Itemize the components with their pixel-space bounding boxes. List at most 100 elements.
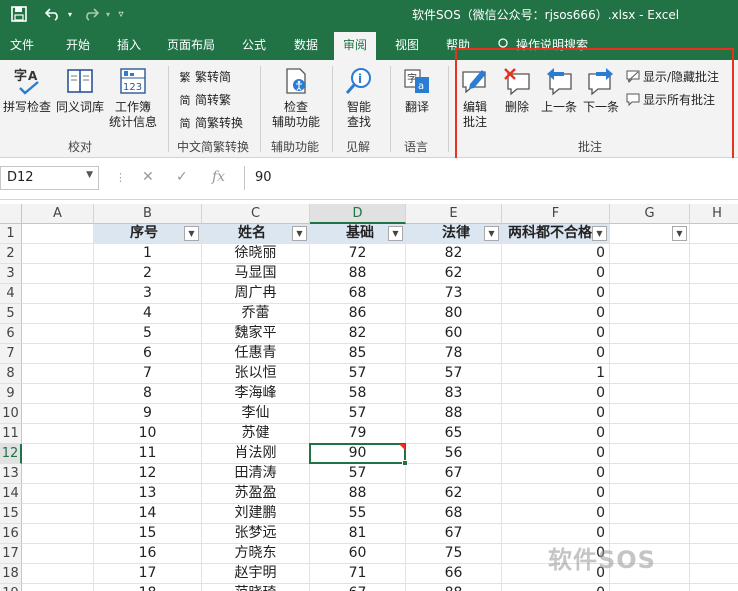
cell-g8[interactable] (610, 364, 690, 384)
cell-b17[interactable]: 16 (94, 544, 202, 564)
filter-dropdown-icon[interactable]: ▼ (184, 226, 199, 241)
cell-e16[interactable]: 67 (406, 524, 502, 544)
row-header-1[interactable]: 1 (0, 224, 22, 244)
row-header-5[interactable]: 5 (0, 304, 22, 324)
cell-c6[interactable]: 魏家平 (202, 324, 310, 344)
column-header-d[interactable]: D (310, 204, 406, 224)
cell-f11[interactable]: 0 (502, 424, 610, 444)
cell-h19[interactable] (690, 584, 738, 591)
spreadsheet-grid[interactable]: A B C D E F G H 1 序号 ▼ 姓名 ▼ 基础 ▼ 法律 ▼ 两科都不合格 ▼ ▼ 2 1 徐晓丽 72 82 0 3… (0, 204, 738, 591)
cell-d11[interactable]: 79 (310, 424, 406, 444)
cell-c18[interactable]: 赵宇明 (202, 564, 310, 584)
cell-c9[interactable]: 李海峰 (202, 384, 310, 404)
cell-a1[interactable] (22, 224, 94, 244)
cell-a6[interactable] (22, 324, 94, 344)
cell-d5[interactable]: 86 (310, 304, 406, 324)
cell-e6[interactable]: 60 (406, 324, 502, 344)
row-header-6[interactable]: 6 (0, 324, 22, 344)
row-header-12[interactable]: 12 (0, 444, 22, 464)
cell-c8[interactable]: 张以恒 (202, 364, 310, 384)
cell-a13[interactable] (22, 464, 94, 484)
cell-h10[interactable] (690, 404, 738, 424)
filter-dropdown-icon[interactable]: ▼ (292, 226, 307, 241)
cell-f15[interactable]: 0 (502, 504, 610, 524)
row-header-17[interactable]: 17 (0, 544, 22, 564)
cell-d16[interactable]: 81 (310, 524, 406, 544)
cell-f5[interactable]: 0 (502, 304, 610, 324)
cell-a10[interactable] (22, 404, 94, 424)
cell-d19[interactable]: 67 (310, 584, 406, 591)
cell-a2[interactable] (22, 244, 94, 264)
cell-b1[interactable]: 序号 ▼ (94, 224, 202, 244)
cell-h5[interactable] (690, 304, 738, 324)
cell-g9[interactable] (610, 384, 690, 404)
cell-a17[interactable] (22, 544, 94, 564)
filter-dropdown-icon[interactable]: ▼ (484, 226, 499, 241)
cell-e15[interactable]: 68 (406, 504, 502, 524)
cell-e10[interactable]: 88 (406, 404, 502, 424)
cell-a8[interactable] (22, 364, 94, 384)
cell-e8[interactable]: 57 (406, 364, 502, 384)
cell-h16[interactable] (690, 524, 738, 544)
cell-b11[interactable]: 10 (94, 424, 202, 444)
cell-b14[interactable]: 13 (94, 484, 202, 504)
cell-b13[interactable]: 12 (94, 464, 202, 484)
cell-g15[interactable] (610, 504, 690, 524)
cell-f13[interactable]: 0 (502, 464, 610, 484)
cell-a5[interactable] (22, 304, 94, 324)
cell-g7[interactable] (610, 344, 690, 364)
cell-b12[interactable]: 11 (94, 444, 202, 464)
cell-h7[interactable] (690, 344, 738, 364)
check-accessibility-button[interactable]: 检查 辅助功能 (266, 66, 326, 130)
cell-d6[interactable]: 82 (310, 324, 406, 344)
filter-dropdown-icon[interactable]: ▼ (672, 226, 687, 241)
tab-home[interactable]: 开始 (66, 36, 90, 53)
cell-f14[interactable]: 0 (502, 484, 610, 504)
cell-g19[interactable] (610, 584, 690, 591)
tab-data[interactable]: 数据 (294, 36, 318, 53)
cell-c11[interactable]: 苏健 (202, 424, 310, 444)
undo-icon[interactable] (42, 4, 64, 24)
cell-b7[interactable]: 6 (94, 344, 202, 364)
cell-h15[interactable] (690, 504, 738, 524)
tab-view[interactable]: 视图 (395, 36, 419, 53)
cell-b4[interactable]: 3 (94, 284, 202, 304)
cell-g1[interactable]: ▼ (610, 224, 690, 244)
traditional-to-simplified-button[interactable]: 繁繁转简 (178, 68, 232, 85)
cell-f2[interactable]: 0 (502, 244, 610, 264)
insert-function-icon[interactable]: fx (212, 169, 225, 185)
cell-c3[interactable]: 马显国 (202, 264, 310, 284)
cell-g10[interactable] (610, 404, 690, 424)
cell-h11[interactable] (690, 424, 738, 444)
cell-h12[interactable] (690, 444, 738, 464)
row-header-3[interactable]: 3 (0, 264, 22, 284)
column-header-f[interactable]: F (502, 204, 610, 224)
undo-dropdown-icon[interactable]: ▾ (64, 4, 76, 24)
cell-c7[interactable]: 任惠青 (202, 344, 310, 364)
cell-h6[interactable] (690, 324, 738, 344)
cell-g3[interactable] (610, 264, 690, 284)
cell-h17[interactable] (690, 544, 738, 564)
cell-f12[interactable]: 0 (502, 444, 610, 464)
cell-e13[interactable]: 67 (406, 464, 502, 484)
cell-a9[interactable] (22, 384, 94, 404)
cell-b9[interactable]: 8 (94, 384, 202, 404)
filter-dropdown-icon[interactable]: ▼ (592, 226, 607, 241)
cell-e12[interactable]: 56 (406, 444, 502, 464)
row-header-11[interactable]: 11 (0, 424, 22, 444)
comment-indicator-icon[interactable] (399, 444, 405, 450)
redo-dropdown-icon[interactable]: ▾ (102, 4, 114, 24)
cell-b6[interactable]: 5 (94, 324, 202, 344)
formula-input[interactable]: 90 (244, 166, 738, 190)
cell-f8[interactable]: 1 (502, 364, 610, 384)
cell-e2[interactable]: 82 (406, 244, 502, 264)
row-header-4[interactable]: 4 (0, 284, 22, 304)
cancel-icon[interactable]: ✕ (142, 169, 154, 185)
spelling-button[interactable]: 字A 拼写检查 (2, 66, 52, 115)
fill-handle[interactable] (402, 460, 408, 466)
cell-h13[interactable] (690, 464, 738, 484)
cell-d3[interactable]: 88 (310, 264, 406, 284)
cell-c10[interactable]: 李仙 (202, 404, 310, 424)
cell-f1[interactable]: 两科都不合格 ▼ (502, 224, 610, 244)
cell-b16[interactable]: 15 (94, 524, 202, 544)
